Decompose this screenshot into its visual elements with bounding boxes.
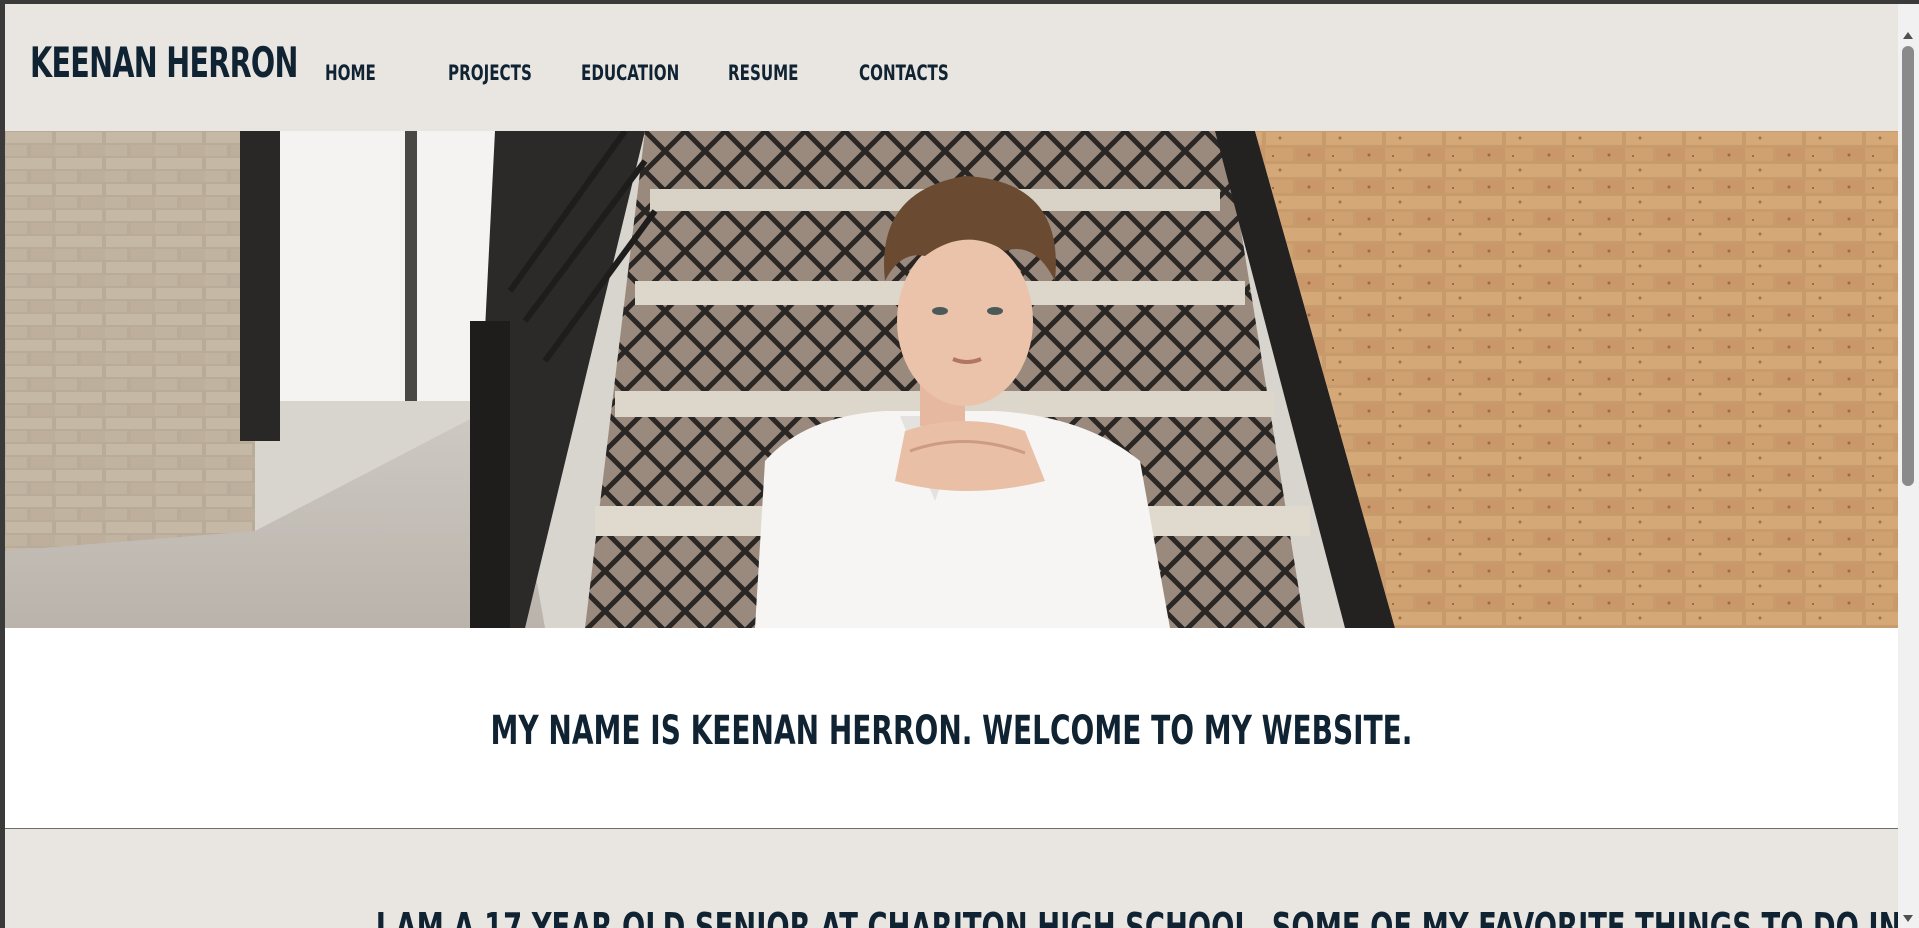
nav-projects[interactable]: PROJECTS bbox=[448, 61, 532, 85]
welcome-heading: MY NAME IS KEENAN HERRON. WELCOME TO MY … bbox=[490, 708, 1413, 754]
about-section: I AM A 17 YEAR OLD SENIOR AT CHARITON HI… bbox=[5, 829, 1898, 928]
welcome-section: MY NAME IS KEENAN HERRON. WELCOME TO MY … bbox=[5, 628, 1898, 828]
site-logo[interactable]: KEENAN HERRON bbox=[30, 38, 298, 87]
scrollbar-thumb[interactable] bbox=[1902, 46, 1914, 486]
hero-image bbox=[5, 131, 1898, 628]
scroll-down-arrow-icon[interactable] bbox=[1903, 915, 1913, 922]
browser-viewport: KEENAN HERRON HOME PROJECTS EDUCATION RE… bbox=[5, 4, 1898, 928]
scroll-up-arrow-icon[interactable] bbox=[1903, 32, 1913, 39]
nav-home[interactable]: HOME bbox=[325, 61, 376, 85]
vertical-scrollbar[interactable] bbox=[1898, 4, 1919, 928]
nav-education[interactable]: EDUCATION bbox=[581, 61, 679, 85]
nav-contacts[interactable]: CONTACTS bbox=[859, 61, 949, 85]
nav-resume[interactable]: RESUME bbox=[728, 61, 799, 85]
about-intro: I AM A 17 YEAR OLD SENIOR AT CHARITON HI… bbox=[375, 905, 1898, 928]
site-header: KEENAN HERRON HOME PROJECTS EDUCATION RE… bbox=[5, 4, 1898, 131]
